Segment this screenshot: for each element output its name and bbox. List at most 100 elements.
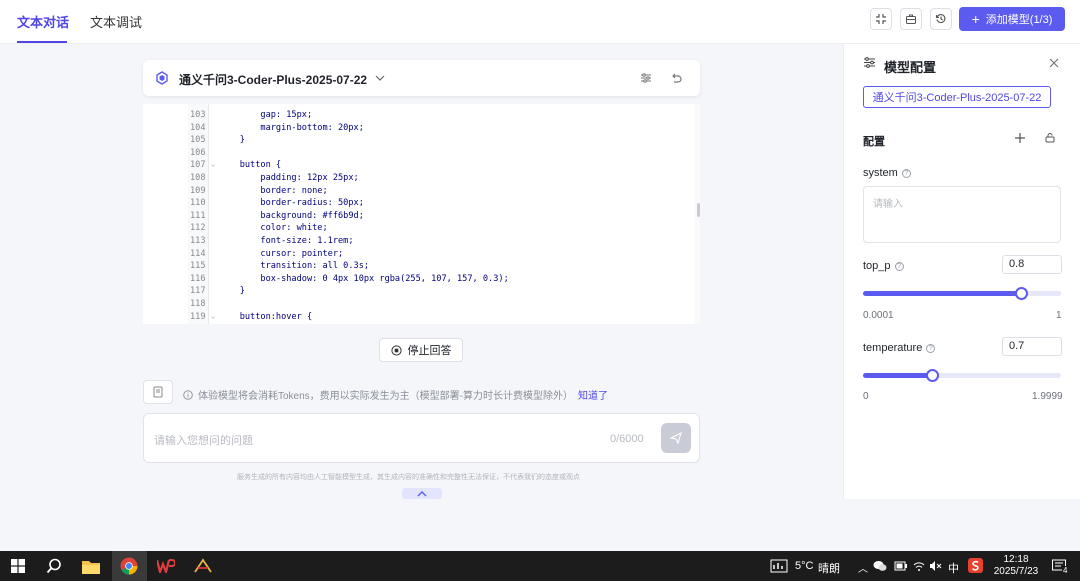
fold-arrow-icon[interactable]: ⌄ bbox=[211, 160, 215, 168]
selected-model-chip[interactable]: 通义千问3-Coder-Plus-2025-07-22 bbox=[863, 86, 1051, 108]
chevron-down-icon[interactable] bbox=[375, 74, 385, 82]
volume-muted-icon[interactable] bbox=[929, 560, 942, 572]
fold-arrow-icon[interactable]: ⌄ bbox=[211, 312, 215, 320]
line-number: 110 bbox=[190, 198, 206, 209]
notice-dismiss-link[interactable]: 知道了 bbox=[578, 387, 608, 402]
line-number: 119 bbox=[190, 311, 206, 322]
code-line: 118 bbox=[143, 299, 694, 312]
panel-title: 模型配置 bbox=[884, 60, 937, 75]
code-text: } bbox=[219, 135, 245, 146]
weather-text[interactable]: 晴朗 bbox=[818, 560, 840, 576]
line-number: 111 bbox=[190, 210, 206, 221]
chrome-icon bbox=[120, 557, 138, 575]
top-p-slider[interactable] bbox=[863, 287, 1061, 300]
chrome-button[interactable] bbox=[117, 554, 141, 578]
top-p-max: 1 bbox=[1056, 310, 1062, 321]
code-text: padding: 12px 25px; bbox=[219, 173, 359, 183]
active-tab-indicator bbox=[17, 41, 67, 43]
wechat-icon[interactable] bbox=[873, 560, 887, 572]
add-model-button[interactable]: + 添加模型(1/3) bbox=[959, 7, 1065, 31]
battery-icon[interactable] bbox=[894, 561, 908, 571]
code-line: 110 border-radius: 50px; bbox=[143, 198, 694, 211]
app-button[interactable] bbox=[191, 554, 215, 578]
plus-icon: + bbox=[971, 11, 980, 27]
ime-indicator[interactable]: 中 bbox=[948, 560, 959, 576]
code-text: font-size: 1.1rem; bbox=[219, 236, 354, 246]
code-text: border-radius: 50px; bbox=[219, 198, 364, 209]
stock-widget-icon[interactable] bbox=[770, 559, 788, 573]
collapse-view-button[interactable] bbox=[870, 8, 892, 30]
code-text: transition: all 0.3s; bbox=[219, 261, 370, 272]
line-number: 108 bbox=[190, 173, 206, 183]
undo-icon[interactable] bbox=[670, 72, 682, 84]
scrollbar-thumb[interactable] bbox=[697, 203, 700, 217]
line-number: 118 bbox=[190, 299, 206, 309]
chat-input-box[interactable]: 请输入您想问的问题 0/6000 bbox=[143, 413, 700, 463]
stop-answer-label: 停止回答 bbox=[407, 345, 452, 357]
notification-count: 4 bbox=[1062, 566, 1069, 575]
sogou-ime-icon[interactable] bbox=[968, 558, 983, 573]
top-p-input[interactable]: 0.8 bbox=[1002, 255, 1062, 274]
system-label-group: system ? bbox=[863, 167, 911, 179]
system-prompt-input[interactable]: 请输入 bbox=[863, 186, 1061, 243]
collapse-up-button[interactable] bbox=[402, 488, 442, 499]
temperature-slider-handle[interactable] bbox=[925, 369, 939, 382]
send-button[interactable] bbox=[661, 423, 691, 453]
line-number: 107 bbox=[190, 160, 206, 171]
search-button[interactable] bbox=[42, 554, 66, 578]
top-p-slider-handle[interactable] bbox=[1014, 287, 1028, 300]
code-text: box-shadow: 0 4px 10px rgba(255, 107, 15… bbox=[219, 273, 509, 284]
line-number: 106 bbox=[190, 147, 206, 158]
stop-answer-button[interactable]: 停止回答 bbox=[379, 338, 463, 362]
toolbox-button[interactable] bbox=[900, 8, 922, 30]
line-number: 103 bbox=[190, 110, 206, 120]
briefcase-icon bbox=[906, 14, 916, 24]
close-icon[interactable] bbox=[1049, 58, 1059, 68]
code-line: 115 transition: all 0.3s; bbox=[143, 261, 694, 274]
help-icon[interactable]: ? bbox=[926, 343, 936, 353]
code-line: 104 margin-bottom: 20px; bbox=[143, 123, 694, 136]
start-button[interactable] bbox=[6, 554, 30, 578]
lock-icon[interactable] bbox=[1045, 132, 1055, 143]
temperature-input[interactable]: 0.7 bbox=[1002, 337, 1062, 356]
temperature-min: 0 bbox=[863, 391, 869, 402]
system-label: system bbox=[863, 167, 898, 179]
wifi-icon[interactable] bbox=[913, 560, 925, 572]
file-explorer-button[interactable] bbox=[79, 554, 103, 578]
model-name: 通义千问3-Coder-Plus-2025-07-22 bbox=[179, 73, 368, 87]
line-number: 114 bbox=[190, 248, 206, 259]
code-line: 108 padding: 12px 25px; bbox=[143, 173, 694, 186]
top-p-slider-fill bbox=[863, 291, 1022, 296]
prompt-template-button[interactable] bbox=[143, 380, 173, 404]
temperature-slider[interactable] bbox=[863, 369, 1061, 382]
code-text: margin-bottom: 20px; bbox=[219, 122, 364, 133]
system-clock[interactable]: 12:18 2025/7/23 bbox=[992, 554, 1040, 578]
help-icon[interactable]: ? bbox=[894, 261, 904, 271]
ai-disclaimer: 服务生成的所有内容均由人工智能模型生成，其生成内容的准确性和完整性无法保证，不代… bbox=[237, 474, 580, 481]
clock-time: 12:18 bbox=[1003, 554, 1029, 565]
chat-input-placeholder[interactable]: 请输入您想问的问题 bbox=[154, 432, 253, 448]
code-line: 113 font-size: 1.1rem; bbox=[143, 236, 694, 249]
line-number: 117 bbox=[190, 286, 206, 297]
code-line: 103 gap: 15px; bbox=[143, 110, 694, 123]
code-text: cursor: pointer; bbox=[219, 248, 344, 259]
tab-text-debug[interactable]: 文本调试 bbox=[90, 12, 142, 31]
plus-icon[interactable] bbox=[1015, 133, 1025, 143]
code-line: 105 } bbox=[143, 135, 694, 148]
history-button[interactable] bbox=[930, 8, 952, 30]
line-number: 112 bbox=[190, 223, 206, 234]
line-number: 105 bbox=[190, 135, 206, 146]
code-line: 109 border: none; bbox=[143, 186, 694, 199]
weather-temp[interactable]: 5°C bbox=[795, 560, 813, 572]
document-icon bbox=[153, 386, 163, 398]
chevron-up-icon[interactable]: ︿ bbox=[858, 560, 868, 575]
notice-text: 体验模型将会消耗Tokens，费用以实际发生为主（模型部署-算力时长计费模型除外… bbox=[198, 391, 574, 402]
wps-button[interactable] bbox=[154, 554, 178, 578]
code-line: 111 background: #ff6b9d; bbox=[143, 211, 694, 224]
top-p-label-group: top_p ? bbox=[863, 260, 904, 272]
tab-text-chat[interactable]: 文本对话 bbox=[17, 12, 69, 31]
wps-icon bbox=[157, 559, 175, 573]
settings-sliders-icon[interactable] bbox=[640, 72, 652, 84]
help-icon[interactable]: ? bbox=[901, 168, 911, 178]
code-line: 116 box-shadow: 0 4px 10px rgba(255, 107… bbox=[143, 274, 694, 287]
